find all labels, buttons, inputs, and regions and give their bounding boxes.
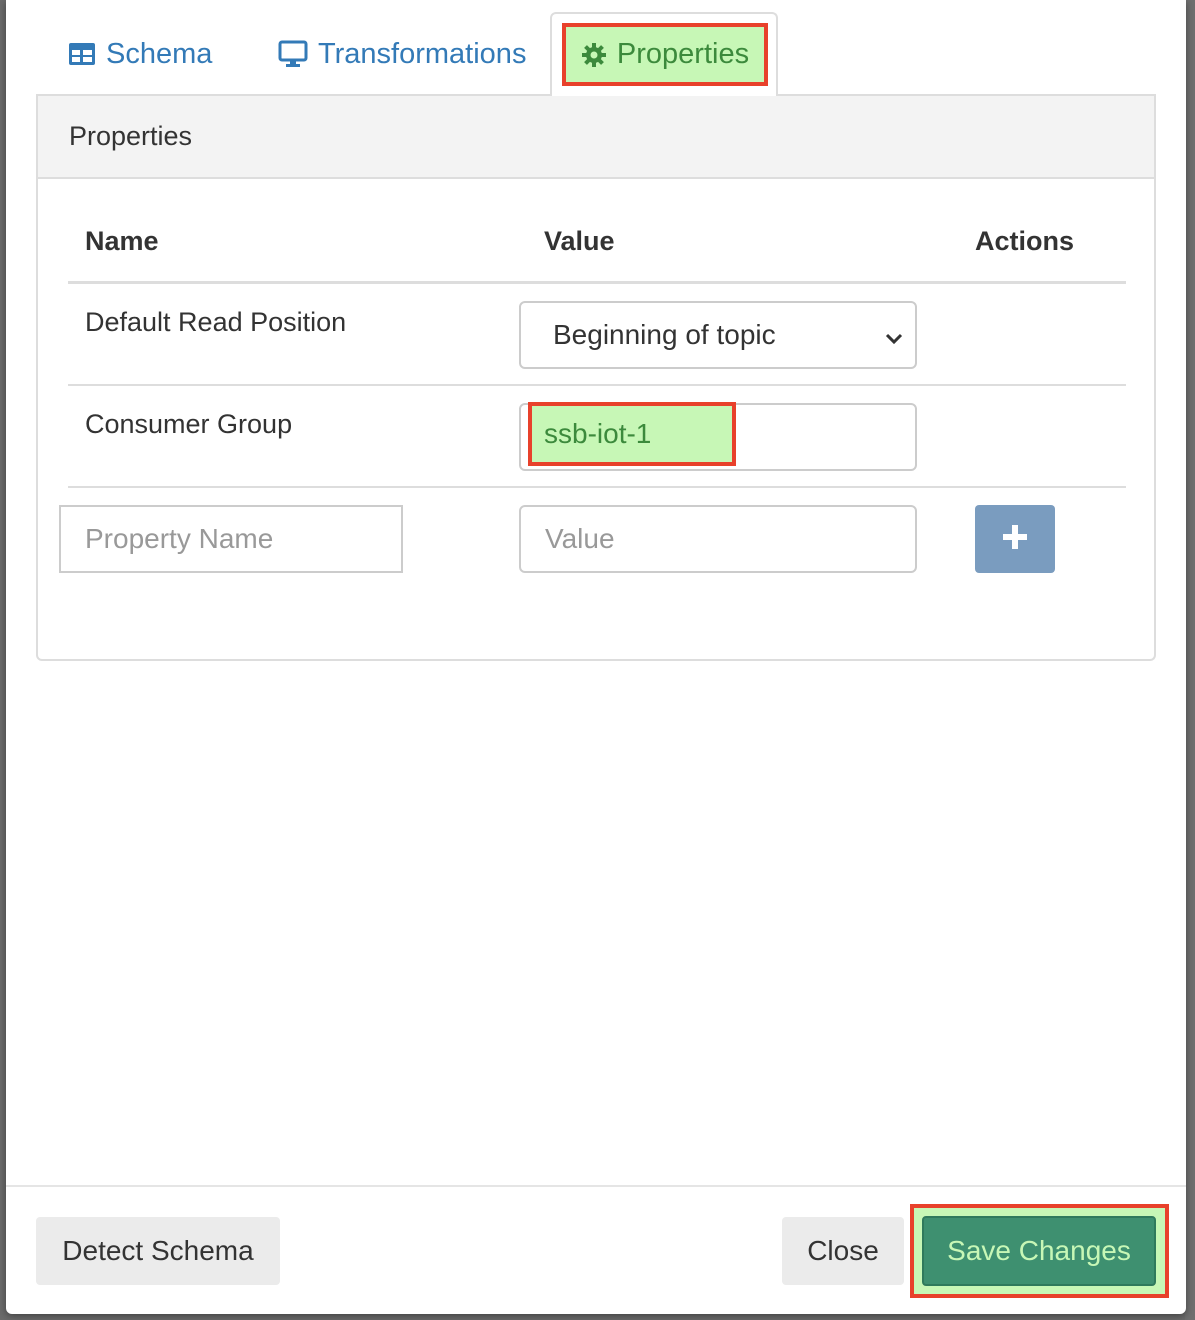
footer-divider xyxy=(6,1185,1186,1187)
panel-heading: Properties xyxy=(38,96,1154,179)
tab-schema-label: Schema xyxy=(106,37,213,70)
edit-source-modal: Schema Transformations Properties Proper… xyxy=(6,0,1186,1314)
detect-schema-button[interactable]: Detect Schema xyxy=(36,1217,280,1285)
tab-properties-label: Properties xyxy=(616,38,750,70)
property-name-input[interactable]: Property Name xyxy=(59,505,403,573)
properties-panel: Properties Name Value Actions Default Re… xyxy=(36,96,1156,661)
monitor-icon xyxy=(278,40,308,68)
save-changes-button[interactable]: Save Changes xyxy=(922,1216,1156,1286)
chevron-down-icon xyxy=(883,325,905,357)
property-name-consumer-group: Consumer Group xyxy=(85,409,293,439)
column-header-actions: Actions xyxy=(975,226,1075,256)
backdrop xyxy=(1185,0,1195,1320)
table-icon xyxy=(68,42,96,66)
tab-properties-highlight: Properties xyxy=(562,23,768,86)
tab-properties[interactable]: Properties xyxy=(550,12,778,98)
row-divider xyxy=(68,486,1126,488)
close-button[interactable]: Close xyxy=(782,1217,904,1285)
property-value-input[interactable]: Value xyxy=(519,505,917,573)
tab-bar: Schema Transformations Properties xyxy=(36,0,1156,98)
tab-transformations-label: Transformations xyxy=(318,37,527,70)
consumer-group-value-highlight[interactable]: ssb-iot-1 xyxy=(528,402,736,466)
add-property-button[interactable] xyxy=(975,505,1055,573)
column-header-name: Name xyxy=(85,226,159,256)
plus-icon xyxy=(1001,523,1029,556)
tab-transformations[interactable]: Transformations xyxy=(246,12,546,96)
default-read-position-select[interactable]: Beginning of topic xyxy=(519,301,917,369)
property-name-default-read-position: Default Read Position xyxy=(85,307,347,337)
tab-schema[interactable]: Schema xyxy=(36,12,236,96)
column-header-value: Value xyxy=(544,226,615,256)
gear-icon xyxy=(581,42,607,68)
header-divider xyxy=(68,281,1126,284)
select-value: Beginning of topic xyxy=(553,319,776,350)
row-divider xyxy=(68,384,1126,386)
